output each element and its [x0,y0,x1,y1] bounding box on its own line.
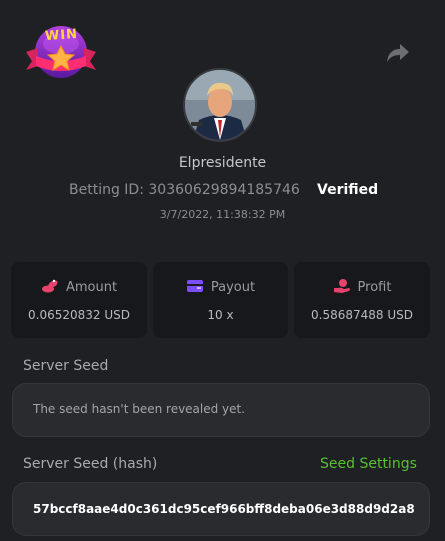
share-icon [387,44,409,62]
server-seed-label: Server Seed [23,358,109,374]
hand-money-icon [333,279,350,293]
share-button[interactable] [386,42,410,64]
server-seed-value: The seed hasn't been revealed yet. [33,402,246,416]
profit-card: Profit 0.58687488 USD [294,262,430,338]
server-seed-hash-label: Server Seed (hash) [23,456,158,472]
betting-id-row: Betting ID: 30360629894185746 [69,182,300,198]
coins-icon [41,279,58,293]
verified-badge: Verified [317,182,379,198]
betting-id-value: 30360629894185746 [148,182,300,198]
payout-card: Payout 10 x [153,262,288,338]
profit-header: Profit [294,278,430,295]
payout-value: 10 x [207,308,234,322]
user-avatar-icon [185,70,255,140]
payout-header: Payout [153,278,288,295]
server-seed-hash-value: 57bccf8aae4d0c361dc95cef966bff8deba06e3d… [33,502,415,516]
bet-timestamp: 3/7/2022, 11:38:32 PM [159,208,286,221]
amount-header: Amount [11,278,147,295]
server-seed-field[interactable]: The seed hasn't been revealed yet. [12,383,430,437]
server-seed-hash-field[interactable]: 57bccf8aae4d0c361dc95cef966bff8deba06e3d… [12,482,430,536]
seed-settings-link[interactable]: Seed Settings [320,456,417,472]
amount-card: Amount 0.06520832 USD [11,262,147,338]
win-logo: WIN [24,22,98,82]
profit-value: 0.58687488 USD [311,308,413,322]
amount-label: Amount [65,280,118,295]
amount-value: 0.06520832 USD [28,308,130,322]
username: Elpresidente [178,155,267,171]
payout-label: Payout [210,280,256,295]
avatar [183,68,257,142]
betting-id-label: Betting ID: [69,182,144,198]
logo-text: WIN [44,26,79,45]
profit-label: Profit [357,280,392,295]
wallet-icon [186,280,203,292]
